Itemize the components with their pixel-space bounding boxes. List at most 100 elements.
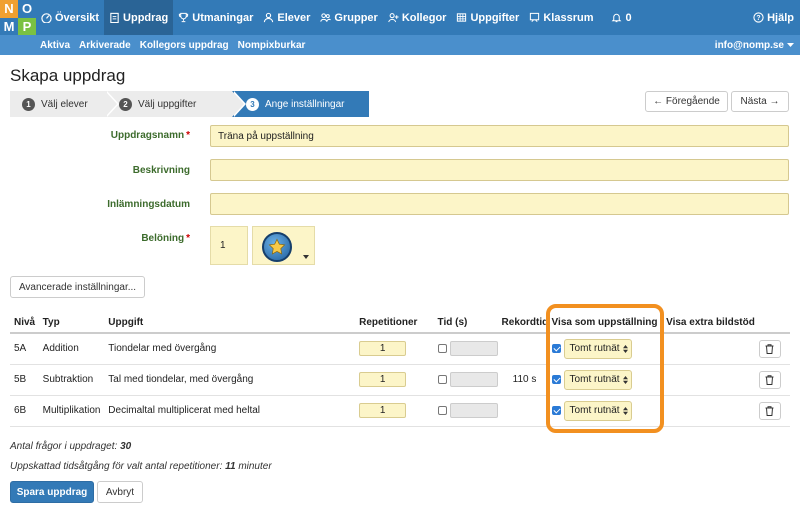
subnav-nompixburkar[interactable]: Nompixburkar bbox=[238, 40, 306, 51]
step-number: 1 bbox=[22, 97, 35, 111]
svg-text:?: ? bbox=[756, 15, 760, 22]
nomp-logo[interactable]: N O M P bbox=[0, 0, 36, 35]
col-level: Nivå bbox=[10, 312, 39, 334]
row-actions bbox=[754, 364, 790, 396]
repetitions-input[interactable]: 1 bbox=[359, 341, 407, 357]
step-label: Ange inställningar bbox=[265, 98, 345, 110]
time-input[interactable] bbox=[449, 372, 498, 387]
row-type: Multiplikation bbox=[38, 395, 105, 427]
time-input[interactable] bbox=[449, 341, 498, 357]
setup-checkbox[interactable] bbox=[551, 375, 561, 384]
notification-count: 0 bbox=[625, 11, 632, 24]
nav-klassrum-label: Klassrum bbox=[543, 11, 594, 24]
help-link[interactable]: ? Hjälp bbox=[753, 0, 794, 35]
row-time-cell bbox=[433, 364, 498, 396]
nav-utmaningar-label: Utmaningar bbox=[192, 11, 254, 24]
nav-notifications[interactable]: 0 bbox=[606, 0, 636, 35]
row-level: 5A bbox=[10, 333, 39, 365]
nav-klassrum[interactable]: Klassrum bbox=[524, 0, 598, 35]
next-button[interactable]: Nästa → bbox=[731, 91, 789, 112]
trash-icon bbox=[765, 405, 774, 416]
row-record bbox=[497, 395, 548, 427]
time-checkbox[interactable] bbox=[437, 375, 447, 384]
logo-letter-m: M bbox=[0, 17, 18, 35]
due-date-field[interactable] bbox=[210, 193, 789, 215]
advanced-settings-button[interactable]: Avancerade inställningar... bbox=[10, 276, 145, 298]
nav-grupper[interactable]: Grupper bbox=[315, 0, 382, 35]
setup-checkbox[interactable] bbox=[551, 344, 561, 354]
row-record: 110 s bbox=[497, 364, 548, 396]
row-level: 5B bbox=[10, 364, 39, 396]
row-time-cell bbox=[433, 395, 498, 427]
name-label: Uppdragsnamn * bbox=[110, 130, 190, 141]
row-extra-support bbox=[662, 333, 755, 365]
cancel-button[interactable]: Avbryt bbox=[97, 481, 143, 503]
row-reps-cell: 1 bbox=[355, 395, 434, 427]
col-record-time: Rekordtid bbox=[497, 312, 548, 334]
reward-picker[interactable] bbox=[252, 226, 315, 265]
setup-select[interactable]: Tomt rutnät bbox=[563, 369, 632, 390]
chalkboard-icon bbox=[530, 12, 540, 22]
nav-uppdrag[interactable]: Uppdrag bbox=[104, 0, 174, 35]
chevron-down-icon bbox=[787, 42, 794, 47]
name-field[interactable]: Träna på uppställning bbox=[210, 125, 789, 147]
save-assignment-button[interactable]: Spara uppdrag bbox=[10, 481, 94, 503]
col-show-as-setup: Visa som uppställning bbox=[547, 312, 663, 334]
subnav-kollegors-uppdrag[interactable]: Kollegors uppdrag bbox=[140, 40, 229, 51]
row-reps-cell: 1 bbox=[355, 364, 434, 396]
question-count: 30 bbox=[120, 441, 132, 452]
page-title: Skapa uppdrag bbox=[10, 66, 126, 85]
repetitions-input[interactable]: 1 bbox=[359, 372, 407, 387]
row-task: Decimaltal multiplicerat med heltal bbox=[104, 395, 356, 427]
col-repetitions: Repetitioner bbox=[355, 312, 434, 334]
col-task: Uppgift bbox=[104, 312, 356, 334]
nav-uppgifter-label: Uppgifter bbox=[470, 11, 520, 24]
nav-oversikt-label: Översikt bbox=[55, 11, 100, 24]
previous-button[interactable]: ← Föregående bbox=[645, 91, 728, 112]
delete-button[interactable] bbox=[758, 339, 781, 358]
time-checkbox[interactable] bbox=[437, 406, 447, 415]
question-count-summary: Antal frågor i uppdraget: 30 bbox=[10, 441, 132, 452]
reward-amount-field[interactable]: 1 bbox=[210, 226, 248, 265]
row-level: 6B bbox=[10, 395, 39, 427]
trash-icon bbox=[765, 374, 774, 385]
nav-uppgifter[interactable]: Uppgifter bbox=[451, 0, 524, 35]
logo-letter-o: O bbox=[18, 0, 36, 18]
users-icon bbox=[320, 13, 332, 22]
setup-select[interactable]: Tomt rutnät bbox=[563, 338, 632, 359]
delete-button[interactable] bbox=[758, 370, 781, 389]
setup-checkbox[interactable] bbox=[551, 406, 561, 415]
subnav-aktiva[interactable]: Aktiva bbox=[40, 40, 70, 51]
col-time: Tid (s) bbox=[433, 312, 498, 334]
nav-oversikt[interactable]: Översikt bbox=[36, 0, 104, 35]
sort-icon bbox=[622, 406, 628, 415]
table-row: 6B Multiplikation Decimaltal multiplicer… bbox=[10, 395, 790, 427]
time-input[interactable] bbox=[449, 403, 498, 418]
time-checkbox[interactable] bbox=[437, 344, 447, 354]
user-icon bbox=[264, 12, 274, 23]
description-field[interactable] bbox=[210, 159, 789, 181]
col-extra-image-support: Visa extra bildstöd bbox=[662, 312, 755, 334]
wizard-step-2[interactable]: 2 Välj uppgifter bbox=[105, 91, 246, 117]
col-type: Typ bbox=[38, 312, 105, 334]
nav-kollegor[interactable]: Kollegor bbox=[383, 0, 452, 35]
task-table: Nivå Typ Uppgift Repetitioner Tid (s) Re… bbox=[10, 312, 790, 427]
nav-utmaningar[interactable]: Utmaningar bbox=[173, 0, 258, 35]
nav-elever[interactable]: Elever bbox=[258, 0, 315, 35]
wizard-step-3[interactable]: 3 Ange inställningar bbox=[232, 91, 369, 117]
account-email: info@nomp.se bbox=[714, 39, 784, 51]
time-estimate: 11 bbox=[225, 461, 236, 472]
caret-down-icon bbox=[303, 255, 309, 259]
row-actions bbox=[754, 395, 790, 427]
help-label: Hjälp bbox=[767, 11, 794, 24]
wizard-step-1[interactable]: 1 Välj elever bbox=[10, 91, 119, 117]
delete-button[interactable] bbox=[758, 401, 781, 420]
subnav-arkiverade[interactable]: Arkiverade bbox=[79, 40, 131, 51]
trophy-icon bbox=[179, 12, 189, 23]
nav-uppdrag-label: Uppdrag bbox=[123, 11, 169, 24]
wizard-steps: 1 Välj elever 2 Välj uppgifter 3 Ange in… bbox=[10, 91, 369, 117]
repetitions-input[interactable]: 1 bbox=[359, 403, 407, 418]
account-menu[interactable]: info@nomp.se bbox=[715, 35, 794, 55]
setup-select[interactable]: Tomt rutnät bbox=[563, 400, 632, 421]
row-type: Subtraktion bbox=[38, 364, 105, 396]
